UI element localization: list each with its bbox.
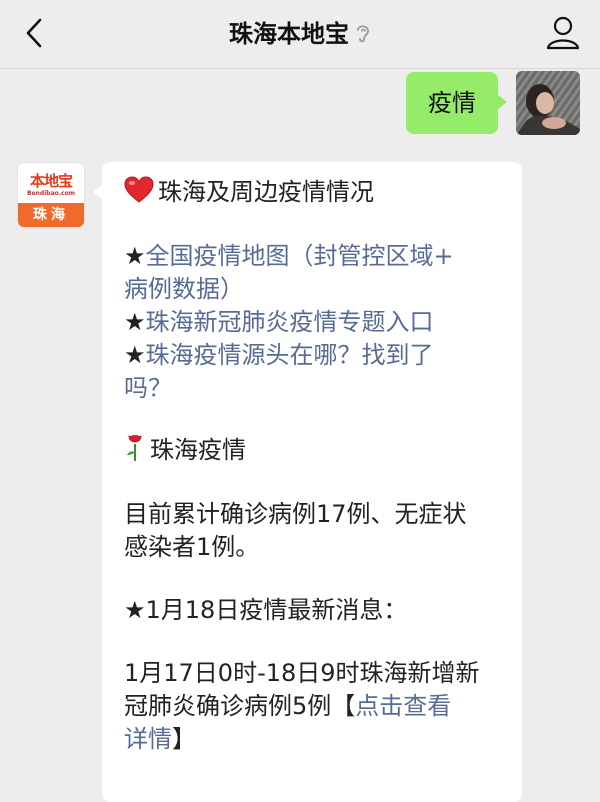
section-title-text: 珠海疫情 bbox=[150, 436, 246, 464]
account-logo-domain: Bendibao.com bbox=[27, 190, 75, 197]
incoming-message-bubble: 珠海及周边疫情情况 ★全国疫情地图（封管控区域+ 病例数据） ★珠海新冠肺炎疫情… bbox=[93, 162, 522, 802]
summary-line-1: 目前累计确诊病例17例、无症状 bbox=[124, 500, 467, 528]
view-details-link[interactable]: 点击查看 bbox=[355, 692, 451, 720]
star-icon: ★ bbox=[124, 242, 146, 270]
earpiece-mode-icon bbox=[357, 25, 369, 43]
account-logo-brand: 本地宝 bbox=[29, 172, 73, 190]
link-epidemic-map-text[interactable]: 全国疫情地图（封管控区域+ bbox=[146, 242, 454, 270]
link-epidemic-map[interactable]: ★全国疫情地图（封管控区域+ bbox=[124, 240, 504, 273]
rose-icon bbox=[127, 435, 142, 461]
link-epidemic-source[interactable]: ★珠海疫情源头在哪？找到了 bbox=[124, 339, 504, 372]
star-icon: ★ bbox=[124, 341, 146, 369]
reply-heading: 珠海及周边疫情情况 bbox=[124, 176, 504, 209]
chat-title: 珠海本地宝 bbox=[0, 0, 600, 68]
link-epidemic-source-cont[interactable]: 吗？ bbox=[124, 372, 504, 405]
summary-line-2: 感染者1例。 bbox=[124, 533, 260, 561]
link-epidemic-map-cont[interactable]: 病例数据） bbox=[124, 273, 504, 306]
news-line-2: 冠肺炎确诊病例5例【点击查看 bbox=[124, 690, 504, 723]
outgoing-message-bubble[interactable]: 疫情 bbox=[406, 72, 507, 134]
account-logo-top: 本地宝 Bendibao.com bbox=[18, 163, 84, 203]
news-line-3-end: 】 bbox=[172, 725, 196, 753]
link-covid-topic-text[interactable]: 珠海新冠肺炎疫情专题入口 bbox=[146, 308, 434, 336]
account-avatar[interactable]: 本地宝 Bendibao.com 珠海 bbox=[18, 163, 84, 227]
chat-title-text: 珠海本地宝 bbox=[229, 20, 349, 48]
news-line-1: 1月17日0时-18日9时珠海新增新 bbox=[124, 659, 480, 687]
star-icon: ★ bbox=[124, 308, 146, 336]
section-title: 珠海疫情 bbox=[124, 432, 504, 467]
view-details-link-cont[interactable]: 详情 bbox=[124, 725, 172, 753]
user-avatar-image bbox=[516, 71, 580, 135]
heart-icon bbox=[124, 176, 154, 203]
account-logo-city: 珠海 bbox=[18, 203, 84, 227]
user-avatar[interactable] bbox=[516, 71, 580, 135]
outgoing-message-text: 疫情 bbox=[428, 89, 476, 117]
link-covid-topic[interactable]: ★珠海新冠肺炎疫情专题入口 bbox=[124, 306, 504, 339]
link-epidemic-source-text[interactable]: 珠海疫情源头在哪？找到了 bbox=[146, 341, 434, 369]
news-title: ★1月18日疫情最新消息： bbox=[124, 596, 408, 624]
reply-heading-text: 珠海及周边疫情情况 bbox=[158, 178, 374, 206]
profile-icon[interactable] bbox=[544, 14, 582, 52]
news-line-2-text: 冠肺炎确诊病例5例【 bbox=[124, 692, 356, 720]
nav-bar: 珠海本地宝 bbox=[0, 0, 600, 69]
news-line-3: 详情】 bbox=[124, 723, 504, 756]
